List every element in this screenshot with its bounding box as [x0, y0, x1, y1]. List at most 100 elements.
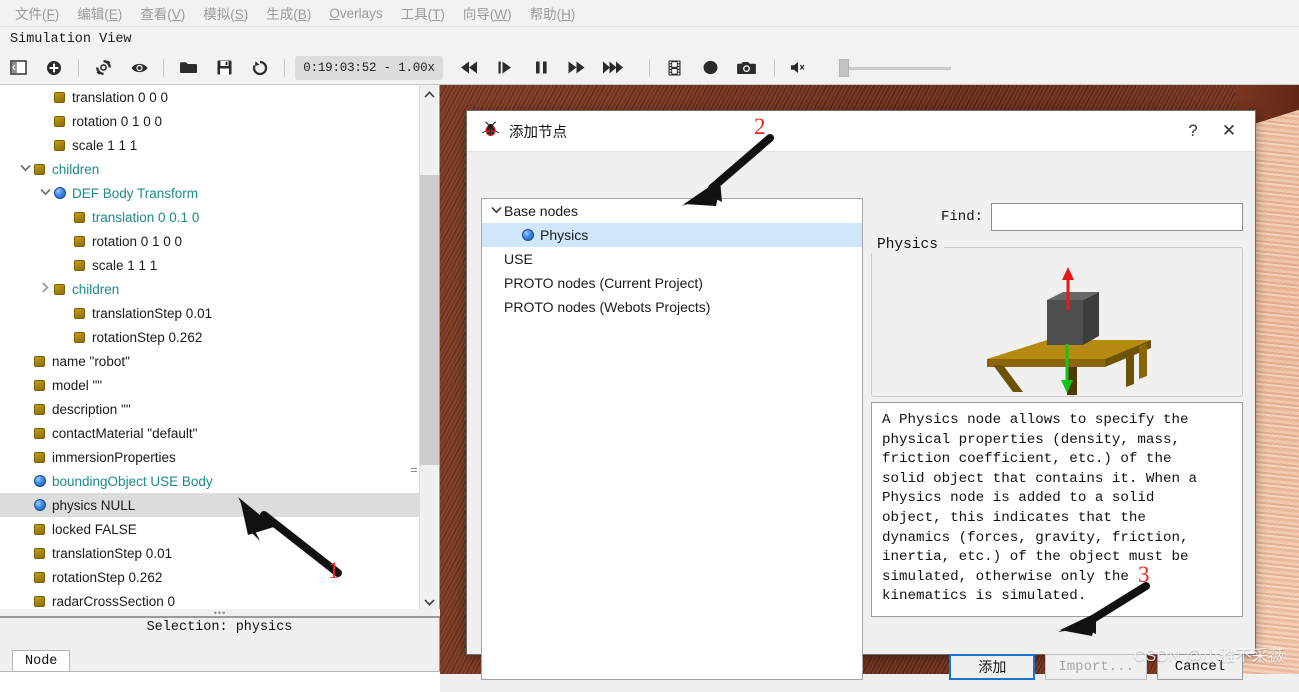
- menu-item-5[interactable]: Overlays: [320, 3, 391, 24]
- node-list-item-label: PROTO nodes (Webots Projects): [504, 299, 711, 315]
- menu-item-3[interactable]: 模拟(S): [194, 0, 257, 26]
- node-list-item[interactable]: Base nodes: [482, 199, 862, 223]
- tree-row-label: rotationStep 0.262: [52, 569, 163, 585]
- volume-slider-thumb[interactable]: [839, 58, 849, 77]
- csdn-watermark: CSDN @小雅不采薇: [1133, 648, 1285, 665]
- node-list-item[interactable]: Physics: [482, 223, 862, 247]
- tree-row[interactable]: contactMaterial "default": [0, 421, 419, 445]
- tree-row[interactable]: children: [0, 277, 419, 301]
- mute-button[interactable]: [781, 53, 817, 83]
- chevron-right-icon[interactable]: [36, 282, 54, 296]
- reload-world-button[interactable]: [85, 53, 121, 83]
- open-world-button[interactable]: [170, 53, 206, 83]
- toolbar-separator: [284, 58, 285, 77]
- tree-row[interactable]: translationStep 0.01: [0, 541, 419, 565]
- toggle-panel-button[interactable]: [0, 53, 36, 83]
- step-button[interactable]: [487, 53, 523, 83]
- dialog-titlebar: 添加节点 ? ✕: [467, 111, 1255, 152]
- tree-row[interactable]: name "robot": [0, 349, 419, 373]
- tree-row[interactable]: model "": [0, 373, 419, 397]
- panel-splitter[interactable]: •••: [0, 608, 440, 617]
- chevron-down-icon[interactable]: [16, 163, 34, 175]
- field-box-icon: [34, 403, 45, 415]
- tab-node[interactable]: Node: [12, 650, 71, 673]
- tree-row-label: translationStep 0.01: [52, 545, 173, 561]
- volume-control[interactable]: [839, 58, 951, 77]
- pause-button[interactable]: [523, 53, 559, 83]
- find-input[interactable]: [992, 204, 1242, 230]
- rewind-button[interactable]: [451, 53, 487, 83]
- tree-row[interactable]: DEF Body Transform: [0, 181, 419, 205]
- preview-group-label: Physics: [871, 237, 944, 253]
- reset-simulation-button[interactable]: [242, 53, 278, 83]
- make-movie-button[interactable]: [656, 53, 692, 83]
- add-button[interactable]: 添加: [949, 654, 1036, 680]
- tree-row[interactable]: description "": [0, 397, 419, 421]
- tree-row-label: boundingObject USE Body: [52, 473, 213, 489]
- menu-item-2[interactable]: 查看(V): [131, 0, 194, 26]
- tree-row-label: scale 1 1 1: [92, 257, 158, 273]
- close-icon[interactable]: ✕: [1211, 116, 1247, 146]
- menu-item-0[interactable]: 文件(F): [6, 0, 68, 26]
- menu-item-8[interactable]: 帮助(H): [521, 0, 585, 26]
- save-world-button[interactable]: [206, 53, 242, 83]
- tree-row-label: translation 0 0.1 0: [92, 209, 200, 225]
- chevron-down-icon[interactable]: [488, 205, 504, 217]
- chevron-down-icon[interactable]: [36, 187, 54, 199]
- find-input-wrapper[interactable]: [991, 203, 1243, 231]
- tree-row[interactable]: radarCrossSection 0: [0, 589, 419, 611]
- node-sphere-icon: [522, 229, 534, 241]
- scene-tree-panel[interactable]: translation 0 0 0 rotation 0 1 0 0 scale 1…: [0, 85, 440, 613]
- tree-row[interactable]: rotation 0 1 0 0: [0, 229, 419, 253]
- scene-tree-scrollbar[interactable]: [419, 85, 439, 611]
- tree-row-label: radarCrossSection 0: [52, 593, 176, 609]
- node-type-list[interactable]: Base nodes Physics USE PROTO nodes (Current…: [481, 198, 863, 680]
- tree-row[interactable]: rotationStep 0.262: [0, 565, 419, 589]
- scrollbar-thumb[interactable]: [420, 175, 439, 465]
- tree-row-label: description "": [52, 401, 131, 417]
- toolbar-separator: [774, 58, 775, 77]
- tree-row[interactable]: immersionProperties: [0, 445, 419, 469]
- tree-row[interactable]: translation 0 0.1 0: [0, 205, 419, 229]
- record-button[interactable]: [692, 53, 728, 83]
- menu-item-7[interactable]: 向导(W): [454, 0, 521, 26]
- node-list-item[interactable]: PROTO nodes (Current Project): [482, 271, 862, 295]
- run-button[interactable]: [559, 53, 595, 83]
- tree-row[interactable]: rotationStep 0.262: [0, 325, 419, 349]
- node-sphere-icon: [54, 187, 66, 199]
- view-mode-button[interactable]: [121, 53, 157, 83]
- node-list-item[interactable]: PROTO nodes (Webots Projects): [482, 295, 862, 319]
- tree-row[interactable]: children: [0, 157, 419, 181]
- tree-row[interactable]: translation 0 0 0: [0, 85, 419, 109]
- field-box-icon: [34, 571, 45, 583]
- tree-row[interactable]: physics NULL: [0, 493, 419, 517]
- field-box-icon: [34, 355, 45, 367]
- tree-row[interactable]: translationStep 0.01: [0, 301, 419, 325]
- field-box-icon: [54, 139, 65, 151]
- help-icon[interactable]: ?: [1175, 116, 1211, 146]
- tree-row[interactable]: scale 1 1 1: [0, 133, 419, 157]
- volume-slider[interactable]: [839, 58, 951, 77]
- add-node-button[interactable]: [36, 53, 72, 83]
- menu-item-4[interactable]: 生成(B): [257, 0, 320, 26]
- panel-resize-grip[interactable]: [411, 463, 417, 473]
- selection-label: Selection: physics: [146, 620, 293, 635]
- fast-run-button[interactable]: [595, 53, 631, 83]
- tree-row[interactable]: rotation 0 1 0 0: [0, 109, 419, 133]
- field-box-icon: [74, 307, 85, 319]
- scene-tree-list[interactable]: translation 0 0 0 rotation 0 1 0 0 scale 1…: [0, 85, 419, 611]
- tree-row-label: scale 1 1 1: [72, 137, 138, 153]
- menu-item-1[interactable]: 编辑(E): [68, 0, 131, 26]
- field-box-icon: [74, 331, 85, 343]
- tree-row[interactable]: boundingObject USE Body: [0, 469, 419, 493]
- tree-row-label: physics NULL: [52, 497, 136, 513]
- node-list-item[interactable]: USE: [482, 247, 862, 271]
- tree-row[interactable]: scale 1 1 1: [0, 253, 419, 277]
- tree-row[interactable]: locked FALSE: [0, 517, 419, 541]
- field-box-icon: [34, 595, 45, 607]
- tree-row-label: name "robot": [52, 353, 130, 369]
- field-box-icon: [54, 91, 65, 103]
- scrollbar-up-button[interactable]: [420, 85, 439, 103]
- menu-item-6[interactable]: 工具(T): [392, 0, 454, 26]
- screenshot-button[interactable]: [728, 53, 764, 83]
